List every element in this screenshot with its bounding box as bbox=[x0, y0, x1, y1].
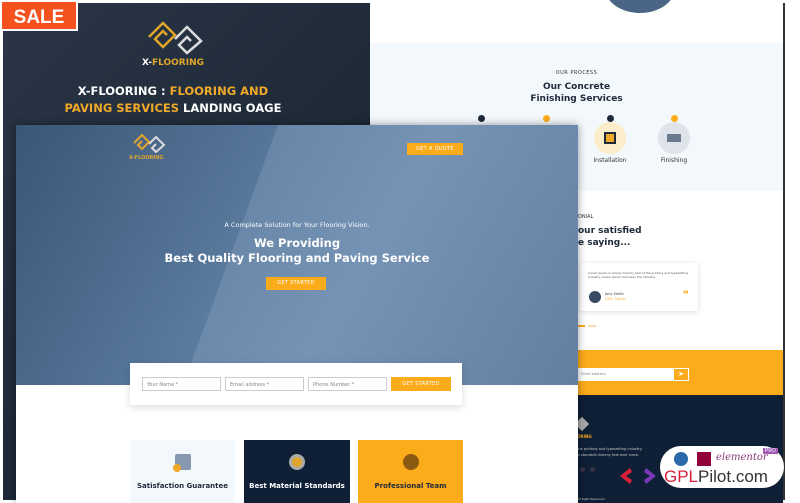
back-title: X-FLOORING : FLOORING AND PAVING SERVICE… bbox=[64, 84, 282, 115]
phone-input[interactable]: Phone Number * bbox=[308, 377, 387, 391]
award-icon bbox=[289, 454, 305, 470]
gplpilot-watermark: elementor PRO GPLPilot.com bbox=[620, 446, 784, 488]
elementor-text: elementor bbox=[716, 452, 768, 463]
feature-title: Satisfaction Guarantee bbox=[136, 482, 229, 490]
feature-card: Satisfaction Guarantee bbox=[130, 440, 235, 503]
footer-text: 's standard dummy text ever since. bbox=[577, 453, 640, 457]
name-input[interactable]: Your Name * bbox=[142, 377, 221, 391]
get-a-quote-button[interactable]: GET A QUOTE bbox=[407, 143, 463, 155]
feature-card: Best Material Standards bbox=[244, 440, 350, 503]
finishing-icon bbox=[658, 122, 690, 154]
social-icon[interactable] bbox=[590, 467, 595, 472]
process-eyebrow: OUR PROCESS bbox=[555, 70, 598, 76]
footer-text: the printing and typesetting industry. bbox=[577, 447, 643, 451]
email-input[interactable]: Email address * bbox=[225, 377, 304, 391]
hero-logo-icon bbox=[133, 133, 166, 153]
installation-icon bbox=[594, 122, 626, 154]
testimonial-quote: Lorem ipsum is simply dummy text of the … bbox=[588, 271, 688, 279]
satisfaction-icon bbox=[172, 454, 191, 472]
step-dot bbox=[543, 115, 550, 122]
back-logo-text: X-FLOORING bbox=[141, 58, 204, 68]
wordpress-icon bbox=[674, 452, 688, 466]
front-preview-page: X-FLOORING GET A QUOTE A Complete Soluti… bbox=[16, 125, 578, 503]
feature-card: Professional Team bbox=[358, 440, 463, 503]
feature-title: Best Material Standards bbox=[249, 482, 345, 490]
avatar bbox=[589, 291, 601, 303]
sale-badge: SALE bbox=[0, 0, 78, 31]
form-get-started-button[interactable]: GET STARTED bbox=[391, 377, 451, 391]
quote-icon: ❞ bbox=[683, 290, 689, 301]
step-label: Finishing bbox=[660, 157, 688, 164]
hero-tagline: A Complete Solution for Your Flooring Vi… bbox=[224, 221, 370, 229]
footer-logo-text: ORING bbox=[577, 434, 592, 439]
slider-dot[interactable] bbox=[588, 325, 596, 327]
testimonial-title: our satisfied e saying... bbox=[578, 226, 642, 248]
testimonial-eyebrow: ONIAL bbox=[578, 214, 594, 220]
team-icon bbox=[402, 454, 419, 470]
step-dot bbox=[478, 115, 485, 122]
pro-badge: PRO bbox=[763, 448, 778, 454]
hero-get-started-button[interactable]: GET STARTED bbox=[266, 277, 326, 290]
contact-form: Your Name * Email address * Phone Number… bbox=[130, 363, 462, 405]
testimonial-card: Lorem ipsum is simply dummy text of the … bbox=[580, 263, 698, 311]
copyright: All Right Reserved bbox=[577, 497, 605, 501]
hero-section: X-FLOORING GET A QUOTE A Complete Soluti… bbox=[16, 125, 578, 385]
step-dot bbox=[671, 115, 678, 122]
social-icon[interactable] bbox=[580, 467, 585, 472]
process-title: Our Concrete Finishing Services bbox=[530, 82, 623, 104]
send-icon[interactable]: ➤ bbox=[673, 368, 689, 381]
slider-dot-active[interactable] bbox=[577, 325, 585, 327]
gplpilot-text: GPLPilot.com bbox=[664, 467, 768, 486]
testimonial-role: CEO, Owner bbox=[605, 297, 627, 301]
hero-logo-text: X-FLOORING bbox=[129, 155, 164, 161]
gplpilot-logo-icon bbox=[618, 468, 658, 484]
step-label: Installation bbox=[593, 157, 627, 164]
hero-image-circle bbox=[605, 0, 675, 13]
testimonial-author: Jony Smith bbox=[605, 292, 624, 296]
hero-headline: We Providing Best Quality Flooring and Pa… bbox=[164, 236, 430, 265]
newsletter-email-input[interactable]: Email address bbox=[577, 368, 673, 381]
elementor-icon bbox=[697, 452, 711, 466]
feature-title: Professional Team bbox=[374, 482, 447, 490]
step-dot bbox=[607, 115, 614, 122]
x-flooring-logo-icon bbox=[148, 21, 203, 55]
